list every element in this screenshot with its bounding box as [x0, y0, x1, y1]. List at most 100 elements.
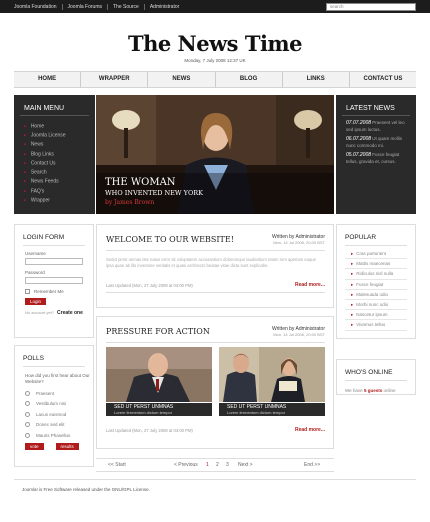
poll-option[interactable]: Praesent [25, 390, 93, 396]
hero-author: by James Brown [105, 199, 155, 206]
popular-item[interactable]: Ridiculus nisl nulla [345, 269, 407, 280]
footer-text: Joomla! is Free Software released under … [22, 487, 150, 492]
poll-option[interactable]: Vestibulum nisi [25, 401, 93, 406]
article-body: Sedut perst unmas iste natus error sit v… [106, 257, 316, 268]
pagination: << Start < Previous 1 2 3 Next > End >> [96, 458, 334, 472]
hero-banner[interactable]: THE WOMAN WHO INVENTED NEW YORK by James… [96, 95, 334, 214]
radio-icon[interactable] [25, 422, 30, 427]
radio-icon[interactable] [25, 390, 30, 396]
top-links: Joomla Foundation Joomla Forums The Sour… [14, 4, 184, 10]
caption-title: SED UT PERST UNMNAS [227, 404, 287, 410]
pagination-next[interactable]: Next > [238, 462, 253, 468]
page-3[interactable]: 3 [226, 462, 229, 468]
create-account-link[interactable]: Create one [57, 310, 83, 316]
news-item[interactable]: 05.07.2008 Fusce feugiat tellus, gravida… [336, 148, 416, 164]
poll-option[interactable]: Lacus euismod [25, 411, 93, 417]
latest-news-title: LATEST NEWS [342, 95, 410, 116]
username-label: Username [25, 251, 46, 256]
article-photo-meeting[interactable] [219, 347, 325, 402]
poll-option[interactable]: Mauris Phasellus [25, 432, 93, 438]
top-link-forums[interactable]: Joomla Forums [63, 4, 108, 10]
radio-icon[interactable] [25, 401, 30, 406]
popular-item[interactable]: Fusce feugiat [345, 280, 407, 290]
username-field[interactable] [25, 258, 83, 265]
remember-label: Remember Me [34, 289, 64, 294]
vote-button[interactable]: vote [25, 442, 44, 450]
article-photo-businessman[interactable] [106, 347, 212, 402]
last-updated: Last Updated (Mon, 27 July 2008 at 04:00… [106, 428, 193, 433]
radio-icon[interactable] [25, 411, 30, 417]
nav-blog[interactable]: BLOG [214, 72, 282, 87]
login-title: LOGIN FORM [23, 225, 85, 246]
caption-subtitle: Lorem fermentum dictum tempor [114, 410, 173, 415]
read-more-link[interactable]: Read more... [295, 427, 325, 433]
nav-news[interactable]: NEWS [147, 72, 214, 87]
divider [106, 292, 325, 293]
news-item[interactable]: 07.07.2008 Praesent vel leo sed ipsum lu… [336, 116, 416, 132]
page-2[interactable]: 2 [216, 462, 219, 468]
menu-item-home[interactable]: Home [24, 122, 95, 131]
poll-option-label: Vestibulum nisi [36, 401, 67, 406]
no-account-text: No account yet? Create one [25, 310, 93, 316]
no-account-label: No account yet? [25, 310, 54, 315]
news-date: 05.07.2008 [346, 152, 372, 159]
popular-title: POPULAR [345, 225, 407, 246]
news-item[interactable]: 06.07.2008 Ut quam mollis nunc commodo m… [336, 132, 416, 148]
menu-item-license[interactable]: Joomla License [24, 131, 95, 140]
results-button[interactable]: results [55, 442, 79, 450]
popular-item[interactable]: Malesuada odio [345, 290, 407, 301]
article-title[interactable]: WELCOME TO OUR WEBSITE! [106, 235, 234, 244]
poll-option[interactable]: Donec sed elit [25, 422, 93, 427]
online-prefix: We have [345, 388, 363, 393]
pagination-start[interactable]: << Start [108, 462, 126, 468]
password-field[interactable] [25, 277, 83, 284]
article-meta: Mon, 14 Jul 2008, 20:00 BST [273, 332, 325, 337]
divider [106, 342, 325, 343]
article-title[interactable]: PRESSURE FOR ACTION [106, 327, 210, 336]
nav-home[interactable]: HOME [14, 72, 80, 87]
top-link-administrator[interactable]: Administrator [145, 4, 184, 10]
nav-wrapper[interactable]: WRAPPER [80, 72, 147, 87]
read-more-link[interactable]: Read more... [295, 282, 325, 288]
login-button[interactable]: Login [25, 298, 47, 305]
pagination-end[interactable]: End >> [304, 462, 320, 468]
whos-online-title: WHO'S ONLINE [345, 360, 407, 381]
date-line: Monday, 7 July 2008 12:37 UK [184, 58, 246, 63]
poll-option-label: Praesent [36, 390, 55, 396]
article-meta: Mon, 14 Jul 2008, 20:00 BST [273, 240, 325, 245]
search-input[interactable]: search [326, 3, 416, 11]
caption-subtitle: Lorem fermentum dictum tempor [227, 410, 286, 415]
caption-title: SED UT PERST UNMNAS [114, 404, 174, 410]
pagination-previous[interactable]: < Previous [174, 462, 198, 468]
menu-item-wrapper[interactable]: Wrapper [24, 196, 95, 205]
radio-icon[interactable] [25, 432, 30, 438]
popular-panel: POPULAR Cras parturient Mattis maecenas … [336, 224, 416, 339]
top-link-source[interactable]: The Source [108, 4, 145, 10]
password-label: Password [25, 270, 45, 275]
popular-item[interactable]: Mattis maecenas [345, 259, 407, 270]
menu-item-faqs[interactable]: FAQ's [24, 187, 95, 196]
main-menu: MAIN MENU Home Joomla License News Blog … [14, 95, 95, 214]
remember-row: Remember Me [25, 289, 93, 294]
poll-buttons: vote results [25, 442, 93, 450]
nav-links[interactable]: LINKS [281, 72, 349, 87]
popular-item[interactable]: Morbi nunc odio [345, 300, 407, 311]
menu-item-contact-us[interactable]: Contact Us [24, 159, 95, 168]
hero-subheadline: WHO INVENTED NEW YORK [105, 189, 204, 197]
popular-item[interactable]: Cras parturient [345, 249, 407, 260]
nav-contact-us[interactable]: CONTACT US [348, 72, 416, 87]
menu-item-news-feeds[interactable]: News Feeds [24, 177, 95, 186]
popular-item[interactable]: Nascetur ipsum [345, 310, 407, 321]
top-link-foundation[interactable]: Joomla Foundation [14, 4, 63, 10]
menu-item-news[interactable]: News [24, 140, 95, 149]
popular-item[interactable]: Vivamus tellus [345, 320, 407, 331]
welcome-article: WELCOME TO OUR WEBSITE! Written by Admin… [96, 224, 334, 308]
remember-checkbox[interactable] [25, 289, 30, 294]
menu-item-blog-links[interactable]: Blog Links [24, 150, 95, 159]
poll-option-label: Mauris Phasellus [36, 432, 71, 438]
page-1[interactable]: 1 [206, 462, 209, 468]
poll-question: How did you first hear about Our Website… [25, 373, 90, 384]
site-logo[interactable]: The News Time [0, 31, 430, 56]
menu-item-search[interactable]: Search [24, 168, 95, 177]
poll-option-label: Donec sed elit [36, 422, 65, 427]
